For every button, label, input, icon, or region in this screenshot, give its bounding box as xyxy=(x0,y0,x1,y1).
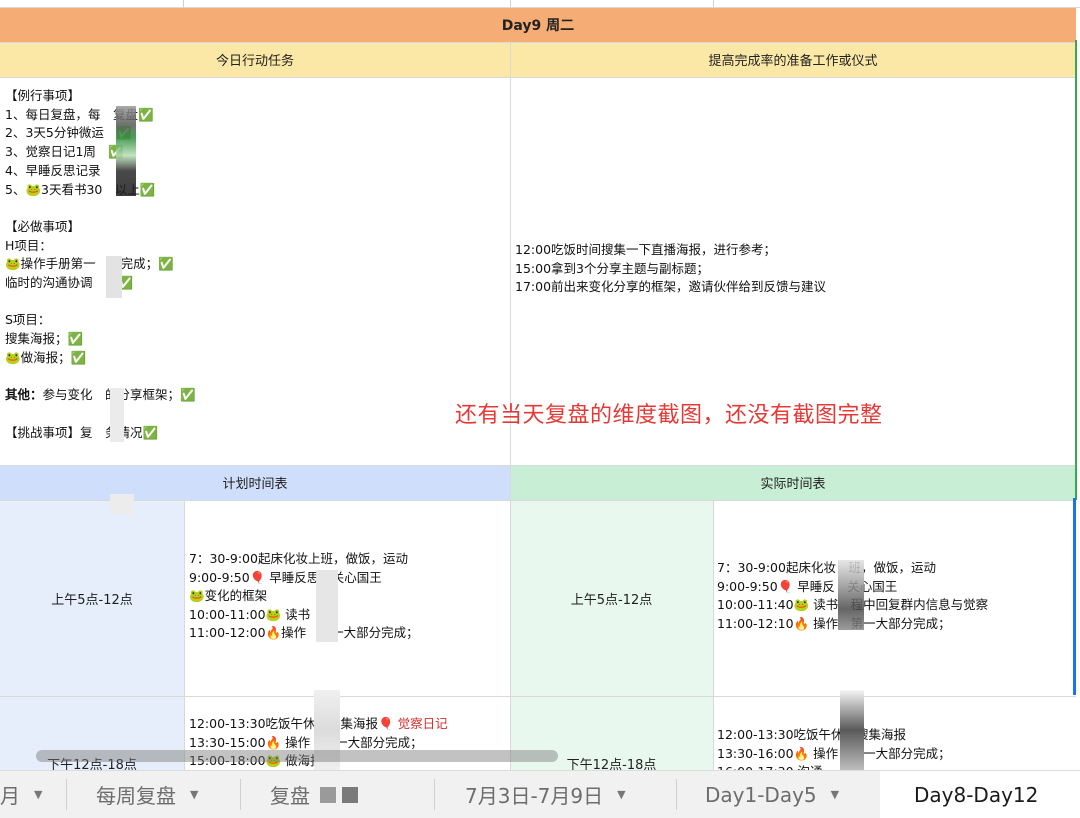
sheet-tab-july-3-9[interactable]: 7月3日-7月9日 ▼ xyxy=(465,771,626,818)
annotation-note: 还有当天复盘的维度截图，还没有截图完整 xyxy=(455,403,883,428)
privacy-blur xyxy=(320,786,336,803)
task-line: H项目： xyxy=(5,237,52,253)
task-line: 【挑战事项】复 务情况✅ xyxy=(5,424,159,440)
selection-border xyxy=(1073,498,1076,695)
task-line: S项目： xyxy=(5,312,51,328)
actual-schedule-list: 7：30-9:00起床化妆 班，做饭，运动 9:00-9:50🎈 早睡反 关心国王… xyxy=(717,559,1076,633)
privacy-blur xyxy=(838,560,864,630)
sheet-tab-month[interactable]: 月 ▼ xyxy=(0,771,56,818)
task-line: 🐸做海报；✅ xyxy=(5,349,87,365)
sheet-tab-review[interactable]: 复盘 xyxy=(270,771,358,818)
actual-schedule-line: 7：30-9:00起床化妆 班，做饭，运动 xyxy=(717,560,936,575)
task-line: 【必做事项】 xyxy=(5,218,81,234)
plan-schedule-line: 12:00-13:30吃饭午休 搜集海报🎈 觉察日记 xyxy=(189,716,448,731)
prep-line: 17:00前出来变化分享的框架，邀请伙伴给到反馈与建议 xyxy=(515,279,827,295)
tab-label: 月 xyxy=(0,784,20,808)
actual-schedule-line: 13:30-16:00🔥 操作 第一大部分完成； xyxy=(717,745,951,761)
tab-label: Day8-Day12 xyxy=(914,782,1039,807)
actual-schedule-line: 12:00-13:30吃饭午休 搜集海报 xyxy=(717,727,907,742)
horizontal-scrollbar[interactable] xyxy=(36,750,558,762)
actual-schedule-line: 10:00-11:40🐸 读书 程中回复群内信息与觉察 xyxy=(717,597,989,613)
tab-label: 每周复盘 xyxy=(96,784,176,808)
plan-schedule-line: 9:00-9:50🎈 早睡反思 关心国王 xyxy=(189,569,382,585)
actual-schedule-line: 9:00-9:50🎈 早睡反 关心国王 xyxy=(717,578,898,594)
task-line: 其他：参与变化 的分享框架；✅ xyxy=(5,387,196,403)
privacy-blur xyxy=(116,106,136,196)
privacy-blur xyxy=(106,256,122,298)
tasks-list: 【例行事项】 1、每日复盘，每 复盘✅ 2、3天5分钟微运 ✅ 3、觉察日记1周 ✅ 4… xyxy=(5,87,510,442)
sheet-tab-weekly-review[interactable]: 每周复盘 ▼ xyxy=(96,771,198,818)
plan-schedule-cell[interactable]: 7：30-9:00起床化妆上班，做饭，运动 9:00-9:50🎈 早睡反思 关心国… xyxy=(184,500,510,696)
sheet-tab-day1-day5[interactable]: Day1-Day5 ▼ xyxy=(705,771,839,818)
dropdown-arrow-icon[interactable]: ▼ xyxy=(190,788,198,801)
day-title-cell[interactable]: Day9 周二 xyxy=(0,8,1076,42)
plan-schedule-list: 7：30-9:00起床化妆上班，做饭，运动 9:00-9:50🎈 早睡反思 关心国… xyxy=(189,550,510,643)
actual-schedule-line: 11:00-12:10🔥 操作 第一大部分完成； xyxy=(717,615,951,631)
tasks-header: 今日行动任务 xyxy=(215,54,294,69)
privacy-blur xyxy=(342,786,358,803)
prep-line: 15:00拿到3个分享主题与副标题； xyxy=(515,260,709,276)
actual-schedule-list: 12:00-13:30吃饭午休 搜集海报 13:30-16:00🔥 操作 第一大部… xyxy=(717,726,1076,770)
plan-schedule-line: 🐸变化的框架 xyxy=(189,588,268,604)
actual-time-label-cell[interactable]: 上午5点-12点 xyxy=(510,500,713,696)
actual-time-label: 下午12点-18点 xyxy=(566,758,657,770)
prep-line: 12:00吃饭时间搜集一下直播海报，进行参考； xyxy=(515,242,777,257)
tab-label: Day1-Day5 xyxy=(705,782,817,807)
task-line: 5、🐸3天看书30 以上✅ xyxy=(5,181,156,197)
day-title: Day9 周二 xyxy=(501,18,575,34)
column-boundary xyxy=(1075,40,1077,500)
task-line xyxy=(5,368,510,387)
privacy-blur xyxy=(316,570,338,642)
plan-header: 计划时间表 xyxy=(222,477,288,492)
task-line xyxy=(5,405,510,424)
dropdown-arrow-icon[interactable]: ▼ xyxy=(34,788,42,801)
task-line: 1、每日复盘，每 复盘✅ xyxy=(5,106,154,122)
actual-header-cell[interactable]: 实际时间表 xyxy=(510,465,1076,500)
actual-schedule-line: 16:00-17:30 沟通 xyxy=(717,763,1076,770)
privacy-blur xyxy=(110,494,134,514)
tab-label: 7月3日-7月9日 xyxy=(465,784,604,808)
task-line: 临时的沟通协调 ；✅ xyxy=(5,275,134,291)
task-line xyxy=(5,293,510,312)
task-line: 搜集海报；✅ xyxy=(5,331,84,347)
tab-label: 复盘 xyxy=(270,784,310,808)
dropdown-arrow-icon[interactable]: ▼ xyxy=(831,788,839,801)
privacy-blur xyxy=(110,388,124,442)
plan-header-cell[interactable]: 计划时间表 xyxy=(0,465,510,500)
prep-header: 提高完成率的准备工作或仪式 xyxy=(708,54,878,69)
tasks-header-cell[interactable]: 今日行动任务 xyxy=(0,42,510,77)
actual-time-label: 上午5点-12点 xyxy=(570,592,653,608)
previous-row-edge xyxy=(0,0,1080,8)
plan-schedule-line: 7：30-9:00起床化妆上班，做饭，运动 xyxy=(189,551,408,566)
task-line: 4、早睡反思记录 xyxy=(5,162,101,178)
task-line: 3、觉察日记1周 ✅ xyxy=(5,144,124,160)
actual-schedule-cell[interactable]: 12:00-13:30吃饭午休 搜集海报 13:30-16:00🔥 操作 第一大部… xyxy=(713,696,1076,770)
tasks-cell[interactable]: 【例行事项】 1、每日复盘，每 复盘✅ 2、3天5分钟微运 ✅ 3、觉察日记1周 ✅ 4… xyxy=(0,77,510,465)
task-line: 2、3天5分钟微运 ✅ xyxy=(5,125,132,141)
sheet-tab-bar: 月 ▼ 每周复盘 ▼ 复盘 7月3日-7月9日 ▼ Day1-Day5 ▼ Day8-D… xyxy=(0,770,1080,818)
task-line: 🐸操作手册第一 分完成；✅ xyxy=(5,256,174,272)
spreadsheet-grid: Day9 周二 今日行动任务 提高完成率的准备工作或仪式 【例行事项】 1、每日复… xyxy=(0,0,1080,770)
plan-schedule-line: 11:00-12:00🔥操作 第一大部分完成； xyxy=(189,625,419,641)
sheet-tab-day8-day12[interactable]: Day8-Day12 xyxy=(880,771,1080,818)
plan-time-label: 上午5点-12点 xyxy=(51,592,133,608)
actual-schedule-cell[interactable]: 7：30-9:00起床化妆 班，做饭，运动 9:00-9:50🎈 早睡反 关心国王… xyxy=(713,500,1076,696)
plan-schedule-line: 10:00-11:00🐸 读书 xyxy=(189,606,311,622)
task-line xyxy=(5,199,510,218)
task-line: 【例行事项】 xyxy=(5,88,81,103)
privacy-blur xyxy=(840,690,864,770)
plan-time-label-cell[interactable]: 上午5点-12点 xyxy=(0,500,184,696)
prep-header-cell[interactable]: 提高完成率的准备工作或仪式 xyxy=(510,42,1076,77)
dropdown-arrow-icon[interactable]: ▼ xyxy=(617,788,625,801)
actual-header: 实际时间表 xyxy=(760,477,826,492)
prep-list: 12:00吃饭时间搜集一下直播海报，进行参考； 15:00拿到3个分享主题与副标题… xyxy=(515,241,1076,297)
